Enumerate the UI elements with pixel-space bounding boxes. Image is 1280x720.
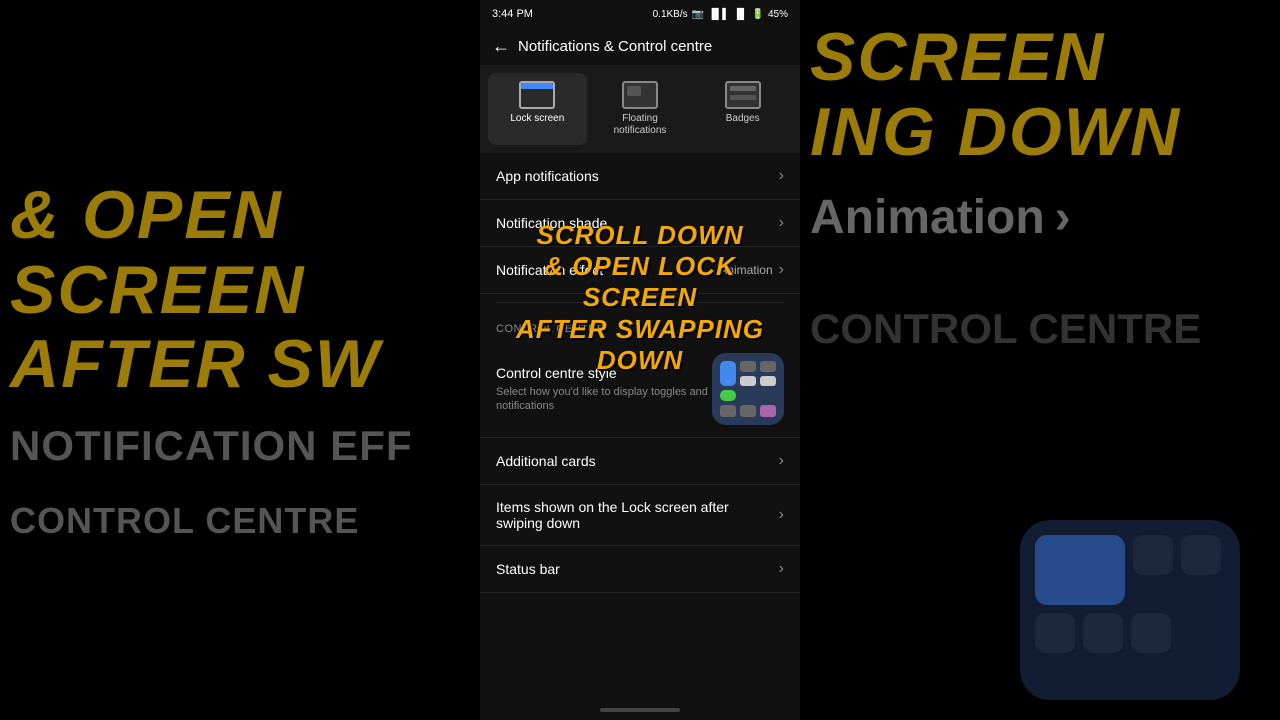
battery-percent: 45% [768, 9, 788, 20]
notification-effect-right: Animation › [719, 261, 784, 279]
app-notifications-item[interactable]: App notifications › [480, 153, 800, 200]
bg-text-yellow-3: AFTER SW [10, 327, 381, 402]
cs-small-2 [740, 405, 756, 417]
cs-white-tile-1 [740, 376, 756, 387]
bg-control-block-sm-1 [1133, 535, 1173, 575]
bg-right-top-2: ING DOWN [810, 95, 1181, 170]
notification-effect-item[interactable]: Notification effect Animation › [480, 247, 800, 294]
tab-row: Lock screen Floating notifications Badge… [480, 65, 800, 153]
status-icons: 0.1KB/s 📷 ▐▌▌ ▐▌ 🔋 45% [653, 9, 788, 20]
cs-gray-tile-2 [760, 361, 776, 372]
notification-effect-label: Notification effect [496, 262, 603, 278]
bg-right-top-1: SCREEN [810, 20, 1105, 95]
control-centre-style-title: Control centre style [496, 365, 712, 381]
tab-lock-screen[interactable]: Lock screen [488, 73, 587, 145]
control-centre-style-desc: Select how you'd like to display toggles… [496, 385, 712, 414]
items-lock-screen-item[interactable]: Items shown on the Lock screen after swi… [480, 485, 800, 546]
notification-shade-item[interactable]: Notification shade › [480, 200, 800, 247]
home-indicator [480, 700, 800, 720]
status-bar-chevron: › [779, 560, 784, 578]
cs-bottom-row [720, 405, 776, 417]
notification-shade-label: Notification shade [496, 215, 607, 231]
home-bar [600, 708, 680, 712]
cs-white-tile-2 [760, 376, 776, 387]
cs-small-1 [720, 405, 736, 417]
notification-shade-chevron: › [779, 214, 784, 232]
section-divider [496, 302, 784, 303]
bg-control-block-sm-3 [1035, 613, 1075, 653]
data-speed: 0.1KB/s [653, 9, 688, 20]
animation-label: Animation [810, 190, 1045, 245]
background-left: & OPEN SCREEN AFTER SW Notification eff … [0, 0, 480, 720]
tab-badges[interactable]: Badges [693, 73, 792, 145]
cs-blue-tile [720, 361, 736, 386]
additional-cards-item[interactable]: Additional cards › [480, 438, 800, 485]
bg-control-block-sm-5 [1131, 613, 1171, 653]
control-centre-style-preview [712, 353, 784, 425]
notification-effect-value: Animation [719, 263, 772, 277]
notification-effect-chevron: › [779, 261, 784, 279]
status-bar-label: Status bar [496, 561, 560, 577]
content-area: App notifications › Notification shade ›… [480, 153, 800, 700]
bg-right-anim: Animation › [810, 190, 1071, 245]
lock-screen-icon [519, 81, 555, 109]
control-centre-section-label: CONTROL CENTRE [480, 311, 800, 341]
bg-text-yellow-1: & OPEN [10, 178, 283, 253]
bg-right-control: CONTROL CENTRE [810, 305, 1201, 353]
battery-icon: 🔋 [752, 9, 764, 20]
additional-cards-label: Additional cards [496, 453, 596, 469]
tab-floating-notifications[interactable]: Floating notifications [591, 73, 690, 145]
items-lock-screen-label: Items shown on the Lock screen after swi… [496, 499, 779, 531]
tab-floating-label: Floating notifications [595, 113, 686, 137]
signal-icon: ▐▌▌ [708, 9, 729, 20]
status-bar-item[interactable]: Status bar › [480, 546, 800, 593]
cs-small-3 [760, 405, 776, 417]
back-button[interactable]: ← [492, 36, 510, 57]
badges-icon [725, 81, 761, 109]
bg-control-preview [1020, 520, 1240, 700]
status-bar: 3:44 PM 0.1KB/s 📷 ▐▌▌ ▐▌ 🔋 45% [480, 0, 800, 28]
tab-badges-label: Badges [726, 113, 760, 125]
additional-cards-chevron: › [779, 452, 784, 470]
lock-screen-icon-bar [521, 83, 553, 89]
chevron-right-icon: › [1055, 190, 1071, 245]
bg-control-block-sm-2 [1181, 535, 1221, 575]
bg-control-block-blue [1035, 535, 1125, 605]
wifi-icon: ▐▌ [733, 9, 747, 20]
bg-text-gray-control: Control centre [10, 500, 359, 542]
floating-notifications-icon [622, 81, 658, 109]
app-notifications-label: App notifications [496, 168, 599, 184]
bg-text-gray-notif: Notification eff [10, 422, 413, 470]
app-notifications-chevron: › [779, 167, 784, 185]
phone-frame: 3:44 PM 0.1KB/s 📷 ▐▌▌ ▐▌ 🔋 45% ← Notific… [480, 0, 800, 720]
bg-control-block-sm-4 [1083, 613, 1123, 653]
items-lock-screen-chevron: › [779, 506, 784, 524]
control-centre-style-item[interactable]: Control centre style Select how you'd li… [480, 341, 800, 438]
tab-lock-screen-label: Lock screen [510, 113, 564, 125]
bg-text-yellow-2: SCREEN [10, 253, 305, 328]
page-header: ← Notifications & Control centre [480, 28, 800, 65]
page-title: Notifications & Control centre [518, 38, 712, 55]
control-centre-style-text: Control centre style Select how you'd li… [496, 365, 712, 414]
camera-icon: 📷 [692, 9, 704, 20]
cs-green-tile [720, 390, 736, 401]
cs-gray-tile-1 [740, 361, 756, 372]
status-time: 3:44 PM [492, 8, 533, 20]
